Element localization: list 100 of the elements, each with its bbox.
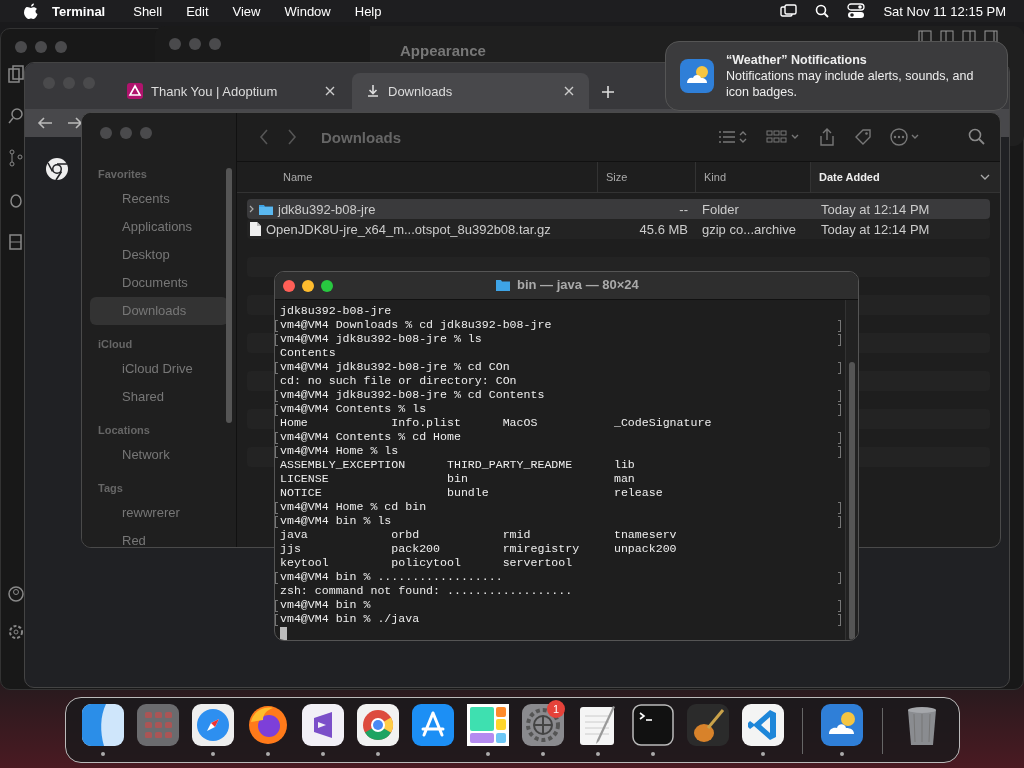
search-icon[interactable] xyxy=(815,4,830,18)
layout-icon[interactable] xyxy=(940,30,954,43)
ring-logo-icon[interactable] xyxy=(45,157,69,181)
back-arrow-icon[interactable] xyxy=(37,115,53,131)
layout-icon[interactable] xyxy=(962,30,976,43)
window-title: bin — java — 80×24 xyxy=(517,277,639,292)
compass-icon[interactable] xyxy=(191,704,234,746)
window-control xyxy=(209,38,221,50)
layout-icon[interactable] xyxy=(918,30,932,43)
group-icon[interactable] xyxy=(766,129,800,145)
minimize-button[interactable] xyxy=(302,279,314,292)
sidebar-item[interactable]: Shared xyxy=(90,383,228,411)
terminal-line: vm4@VM4 bin % xyxy=(280,598,371,611)
ring-logo-icon[interactable] xyxy=(356,704,399,746)
file-kind: Folder xyxy=(701,201,740,217)
list-view-icon[interactable] xyxy=(718,129,748,145)
close-button[interactable] xyxy=(283,279,295,292)
terminal-line: vm4@VM4 bin % .................. xyxy=(280,570,503,583)
zoom-button[interactable] xyxy=(321,279,333,292)
sidebar-item[interactable]: iCloud Drive xyxy=(90,355,228,383)
terminal-line: vm4@VM4 Home % cd bin xyxy=(280,500,427,513)
forward-arrow-icon[interactable] xyxy=(67,115,83,131)
terminal-line: vm4@VM4 jdk8u392-b08-jre % cd Contents xyxy=(280,388,545,401)
account-icon[interactable] xyxy=(7,585,25,603)
share-icon[interactable] xyxy=(818,128,836,146)
sidebar-item[interactable]: rewwrerer xyxy=(90,499,228,527)
terminal-line: jjs pack200 rmiregistry unpack200 xyxy=(280,542,677,555)
scrollbar-thumb[interactable] xyxy=(849,362,855,640)
cloud-sun-icon[interactable] xyxy=(821,704,864,746)
cloud-sun-icon xyxy=(680,59,714,93)
sidebar-heading: iCloud xyxy=(97,337,134,352)
app-menu[interactable]: Terminal xyxy=(52,3,106,19)
notification-title: “Weather” Notifications xyxy=(726,52,868,68)
sidebar-item[interactable]: Red xyxy=(90,527,228,547)
menu-item[interactable]: Shell xyxy=(133,3,163,19)
browser-tab[interactable]: Thank You | Adoptium xyxy=(113,73,350,109)
blocks-icon[interactable] xyxy=(7,233,25,251)
settings-icon[interactable] xyxy=(7,623,25,641)
menu-bar-clock[interactable]: Sat Nov 11 12:15 PM xyxy=(883,3,1006,19)
terminal-line: cd: no such file or directory: COn xyxy=(280,374,517,387)
ribbon-logo-icon[interactable] xyxy=(301,704,344,746)
sort-caret-icon xyxy=(980,174,990,180)
guitar-icon[interactable] xyxy=(686,704,729,746)
sidebar-item[interactable]: Applications xyxy=(90,213,228,241)
mark-bracket xyxy=(838,572,841,584)
mark-bracket xyxy=(838,516,841,528)
screen-mirroring-icon[interactable] xyxy=(780,4,798,18)
more-icon[interactable] xyxy=(890,128,920,146)
scrollbar[interactable] xyxy=(226,168,232,423)
column-header[interactable]: Date Added xyxy=(811,162,1000,192)
terminal-line: Home Info.plist MacOS _CodeSignature xyxy=(280,416,712,429)
mark-bracket xyxy=(838,320,841,332)
globe-icon[interactable] xyxy=(246,704,289,746)
layout-icon[interactable] xyxy=(984,30,998,43)
folder-icon xyxy=(258,202,274,216)
mark-bracket xyxy=(838,502,841,514)
file-size: -- xyxy=(678,201,689,217)
menu-item[interactable]: Help xyxy=(354,3,382,19)
split-tile-icon[interactable] xyxy=(81,704,124,746)
control-center-icon[interactable] xyxy=(847,3,866,19)
terminal-line: Contents xyxy=(280,346,336,359)
sidebar-item[interactable]: Documents xyxy=(90,269,228,297)
column-header[interactable]: Name xyxy=(237,162,598,192)
sidebar-item[interactable]: Network xyxy=(90,441,228,469)
terminal-line: keytool policytool servertool xyxy=(280,556,573,569)
mark-bracket xyxy=(838,404,841,416)
code-ribbon-icon[interactable] xyxy=(741,704,784,746)
sidebar-heading: Tags xyxy=(97,481,124,496)
terminal-line: vm4@VM4 Contents % cd Home xyxy=(280,430,461,443)
close-icon[interactable] xyxy=(324,85,336,97)
terminal-line: java orbd rmid tnameserv xyxy=(280,528,677,541)
notification-banner[interactable]: “Weather” Notifications Notifications may include alerts, sounds, and icon badges. xyxy=(665,41,1008,111)
menu-item[interactable]: View xyxy=(232,3,261,19)
window-control xyxy=(189,38,201,50)
sidebar-item[interactable]: Recents xyxy=(90,185,228,213)
app-grid-icon[interactable] xyxy=(136,704,179,746)
menu-item[interactable]: Window xyxy=(284,3,331,19)
download-icon xyxy=(366,84,380,98)
mark-bracket xyxy=(838,334,841,346)
document-icon xyxy=(249,221,262,237)
gear-icon[interactable] xyxy=(521,704,564,746)
tag-icon[interactable] xyxy=(854,128,872,146)
branch-icon[interactable] xyxy=(7,149,25,167)
files-icon[interactable] xyxy=(7,65,25,83)
menu-item[interactable]: Edit xyxy=(186,3,209,19)
column-header[interactable]: Size xyxy=(598,162,696,192)
color-tiles-icon[interactable] xyxy=(466,704,509,746)
prompt-icon[interactable] xyxy=(631,704,674,746)
file-row[interactable]: OpenJDK8U-jre_x64_m...otspot_8u392b08.tar.gz 45.6 MB gzip co...archive Today at 12:14 PM xyxy=(247,219,990,239)
new-tab-icon[interactable] xyxy=(601,85,615,99)
close-icon[interactable] xyxy=(563,85,575,97)
file-row[interactable]: jdk8u392-b08-jre -- Folder Today at 12:14 PM xyxy=(247,199,990,219)
notification-body: Notifications may include alerts, sounds, and icon badges. xyxy=(726,68,975,100)
browser-tab[interactable]: Downloads xyxy=(352,73,589,109)
mark-bracket xyxy=(838,600,841,612)
sidebar-heading: Favorites xyxy=(97,167,148,182)
a-shape-icon[interactable] xyxy=(411,704,454,746)
window-control xyxy=(140,127,152,139)
mark-bracket xyxy=(838,362,841,374)
sidebar-item[interactable]: Desktop xyxy=(90,241,228,269)
